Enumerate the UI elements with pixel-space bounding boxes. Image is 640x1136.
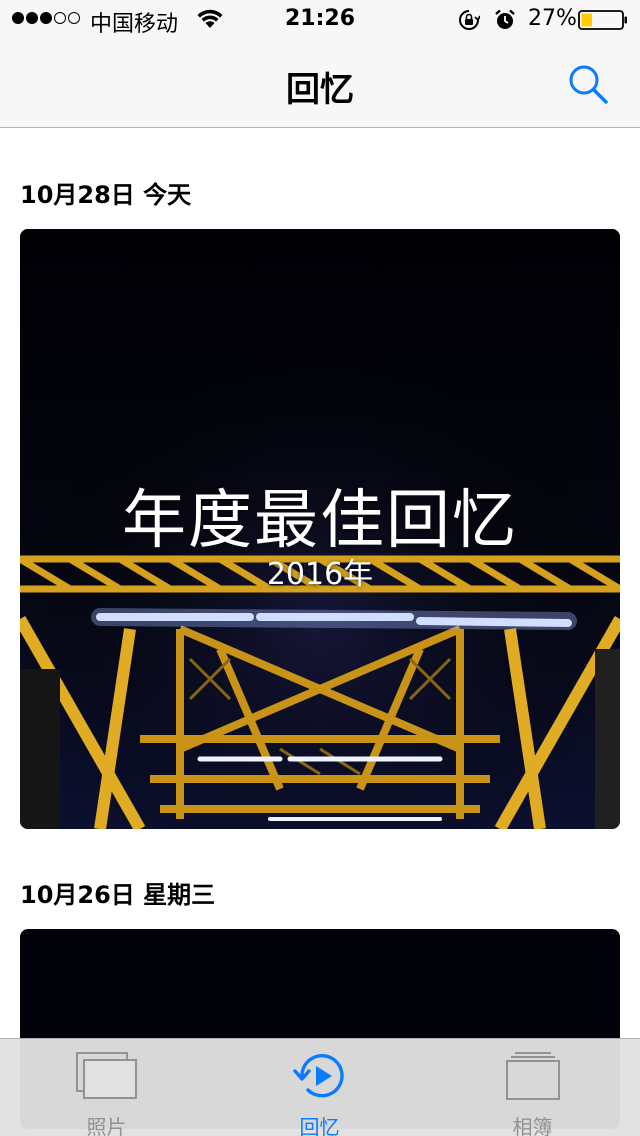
albums-icon [505,1052,560,1100]
navigation-bar: 回忆 [0,40,640,128]
tab-bar: 照片 回忆 相簿 [0,1038,640,1136]
tab-memories[interactable]: 回忆 [213,1039,426,1136]
section-date: 10月28日 今天 [20,181,192,209]
status-bar: 中国移动 21:26 27% [0,0,640,40]
tab-photos[interactable]: 照片 [0,1039,213,1136]
search-icon[interactable] [566,62,610,106]
battery-percent: 27% [528,6,577,31]
photos-icon [75,1052,137,1099]
tab-label: 相簿 [512,1115,553,1136]
section-date: 10月26日 星期三 [20,881,216,909]
rotation-lock-icon [459,10,480,30]
tab-label: 回忆 [299,1115,340,1136]
tab-albums[interactable]: 相簿 [426,1039,639,1136]
memory-subtitle: 2016年 [266,557,374,592]
alarm-icon [495,9,515,29]
page-title: 回忆 [286,70,354,110]
battery-icon [578,10,627,30]
tab-label: 照片 [86,1115,127,1136]
memory-card[interactable]: 年度最佳回忆 2016年 [20,229,620,829]
memories-icon [292,1054,344,1098]
memory-title: 年度最佳回忆 [122,484,518,558]
